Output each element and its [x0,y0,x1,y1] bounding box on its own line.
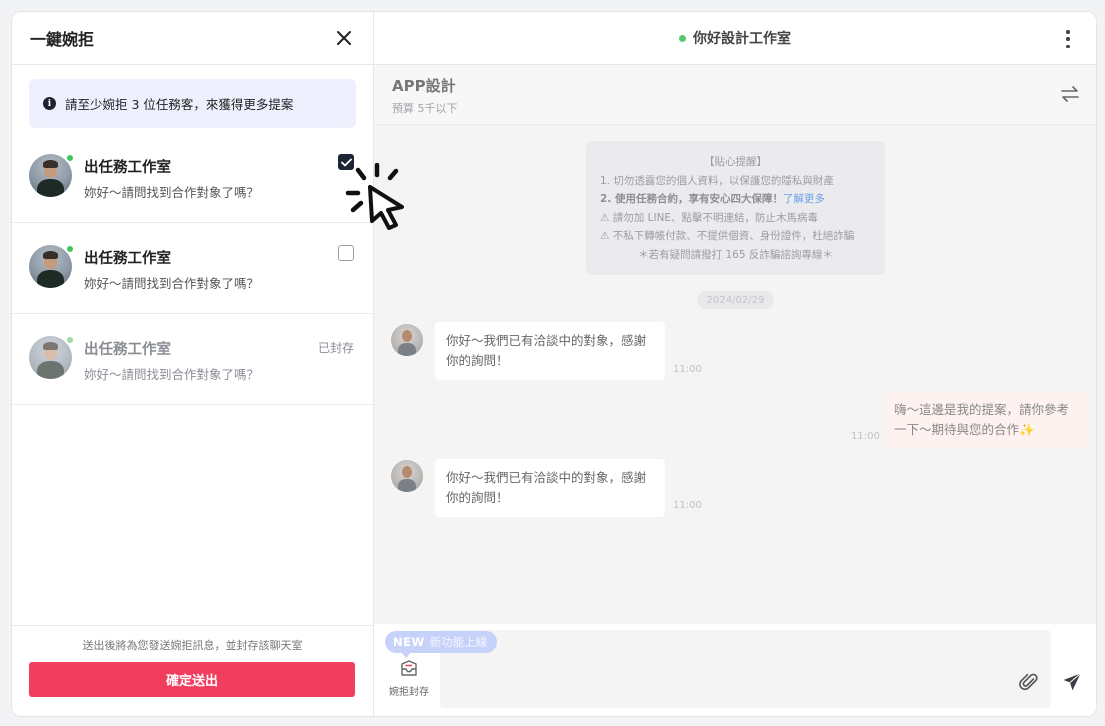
sparkle-icon: ✨ [1019,422,1035,437]
safety-tips-card: 【貼心提醒】 1. 切勿透露您的個人資料，以保護您的隱私與財產 2. 使用任務合… [586,141,885,275]
app-window: 一鍵婉拒 i 請至少婉拒 3 位任務客，來獲得更多提案 出任務工作室 妳好～請問… [11,11,1097,717]
new-feature-badge: NEW 新功能上線 [385,631,498,658]
message-time: 11:00 [673,500,702,511]
panel-title: 一鍵婉拒 [30,30,95,49]
tips-heading: 【貼心提醒】 [704,156,767,168]
online-status-icon [65,153,75,163]
info-icon: i [43,97,56,110]
tips-line-strong: 2. 使用任務合約，享有安心四大保障！ [600,193,783,205]
footer-note: 送出後將為您發送婉拒訊息，並封存該聊天室 [82,639,303,652]
incoming-message: 你好～我們已有洽談中的對象，感謝你的詢問！ [435,322,665,380]
message-input[interactable] [440,630,1051,708]
item-name: 出任務工作室 [84,160,171,176]
online-status-icon [679,34,686,42]
client-list: 出任務工作室 妳好～請問找到合作對象了嗎？ 出任務工作室 妳好～請問找到合作對象… [12,132,373,405]
date-divider: 2024/02/29 [697,291,774,309]
inbox-icon [401,660,417,676]
online-status-icon [65,335,75,345]
notice-banner: i 請至少婉拒 3 位任務客，來獲得更多提案 [29,79,356,128]
chat-header: 你好設計工作室 [374,12,1096,65]
new-badge-text: 新功能上線 [429,635,488,649]
decline-panel: 一鍵婉拒 i 請至少婉拒 3 位任務客，來獲得更多提案 出任務工作室 妳好～請問… [12,12,374,716]
project-budget: 預算 5千以下 [392,102,458,115]
tips-line: ⚠ 請勿加 LINE、點擊不明連結，防止木馬病毒 [600,211,819,224]
incoming-message: 你好～我們已有洽談中的對象，感謝你的詢問！ [435,459,665,517]
avatar [391,324,423,356]
select-checkbox[interactable] [338,154,354,170]
item-preview: 妳好～請問找到合作對象了嗎？ [84,276,260,291]
archived-status: 已封存 [317,341,354,355]
message-composer: NEW 新功能上線 婉拒封存 [374,624,1096,716]
item-name: 出任務工作室 [84,342,171,358]
avatar [29,153,75,197]
chat-area: 【貼心提醒】 1. 切勿透露您的個人資料，以保護您的隱私與財產 2. 使用任務合… [374,125,1096,625]
new-badge-label: NEW [393,635,425,649]
swap-icon[interactable] [1060,85,1080,103]
project-bar: APP設計 預算 5千以下 [374,65,1096,125]
confirm-send-button[interactable]: 確定送出 [29,662,355,697]
send-icon[interactable] [1062,672,1082,692]
online-status-icon [65,244,75,254]
message-time: 11:00 [673,364,702,375]
list-item: 出任務工作室 妳好～請問找到合作對象了嗎？ 已封存 [12,314,373,405]
tips-line: 2. 使用任務合約，享有安心四大保障！了解更多 [586,190,885,209]
item-preview: 妳好～請問找到合作對象了嗎？ [84,185,260,200]
list-item[interactable]: 出任務工作室 妳好～請問找到合作對象了嗎？ [12,132,373,223]
studio-name: 你好設計工作室 [693,31,791,47]
avatar [29,244,75,288]
item-name: 出任務工作室 [84,251,171,267]
select-checkbox[interactable] [338,245,354,261]
project-title: APP設計 [392,77,456,95]
attachment-icon[interactable] [1019,672,1039,692]
item-preview: 妳好～請問找到合作對象了嗎？ [84,367,260,382]
check-icon [340,158,352,166]
learn-more-link[interactable]: 了解更多 [783,193,825,205]
decline-panel-footer: 送出後將為您發送婉拒訊息，並封存該聊天室 確定送出 [12,625,373,716]
tips-line: 1. 切勿透露您的個人資料，以保護您的隱私與財產 [600,174,834,187]
outgoing-message: 嗨～這邊是我的提案，請你參考一下～期待與您的合作✨ [883,391,1089,449]
tips-line: ＊若有疑問請撥打 165 反詐騙諮詢專線＊ [638,248,833,261]
more-options-icon[interactable] [1058,28,1078,50]
outgoing-message-text: 嗨～這邊是我的提案，請你參考一下～期待與您的合作 [894,402,1070,437]
decline-archive-button[interactable]: 婉拒封存 [386,660,432,698]
chat-panel: 你好設計工作室 APP設計 預算 5千以下 【貼心提醒】 1. 切勿透露您的個人… [374,12,1096,716]
tips-line: ⚠ 不私下轉帳付款、不提供個資、身份證件，杜絕詐騙 [600,230,855,242]
close-icon[interactable] [333,27,355,49]
avatar [29,335,75,379]
avatar [391,460,423,492]
decline-panel-header: 一鍵婉拒 [12,12,373,65]
notice-text: 請至少婉拒 3 位任務客，來獲得更多提案 [65,97,294,112]
list-item[interactable]: 出任務工作室 妳好～請問找到合作對象了嗎？ [12,223,373,314]
message-time: 11:00 [851,431,880,442]
decline-archive-label: 婉拒封存 [389,687,429,698]
